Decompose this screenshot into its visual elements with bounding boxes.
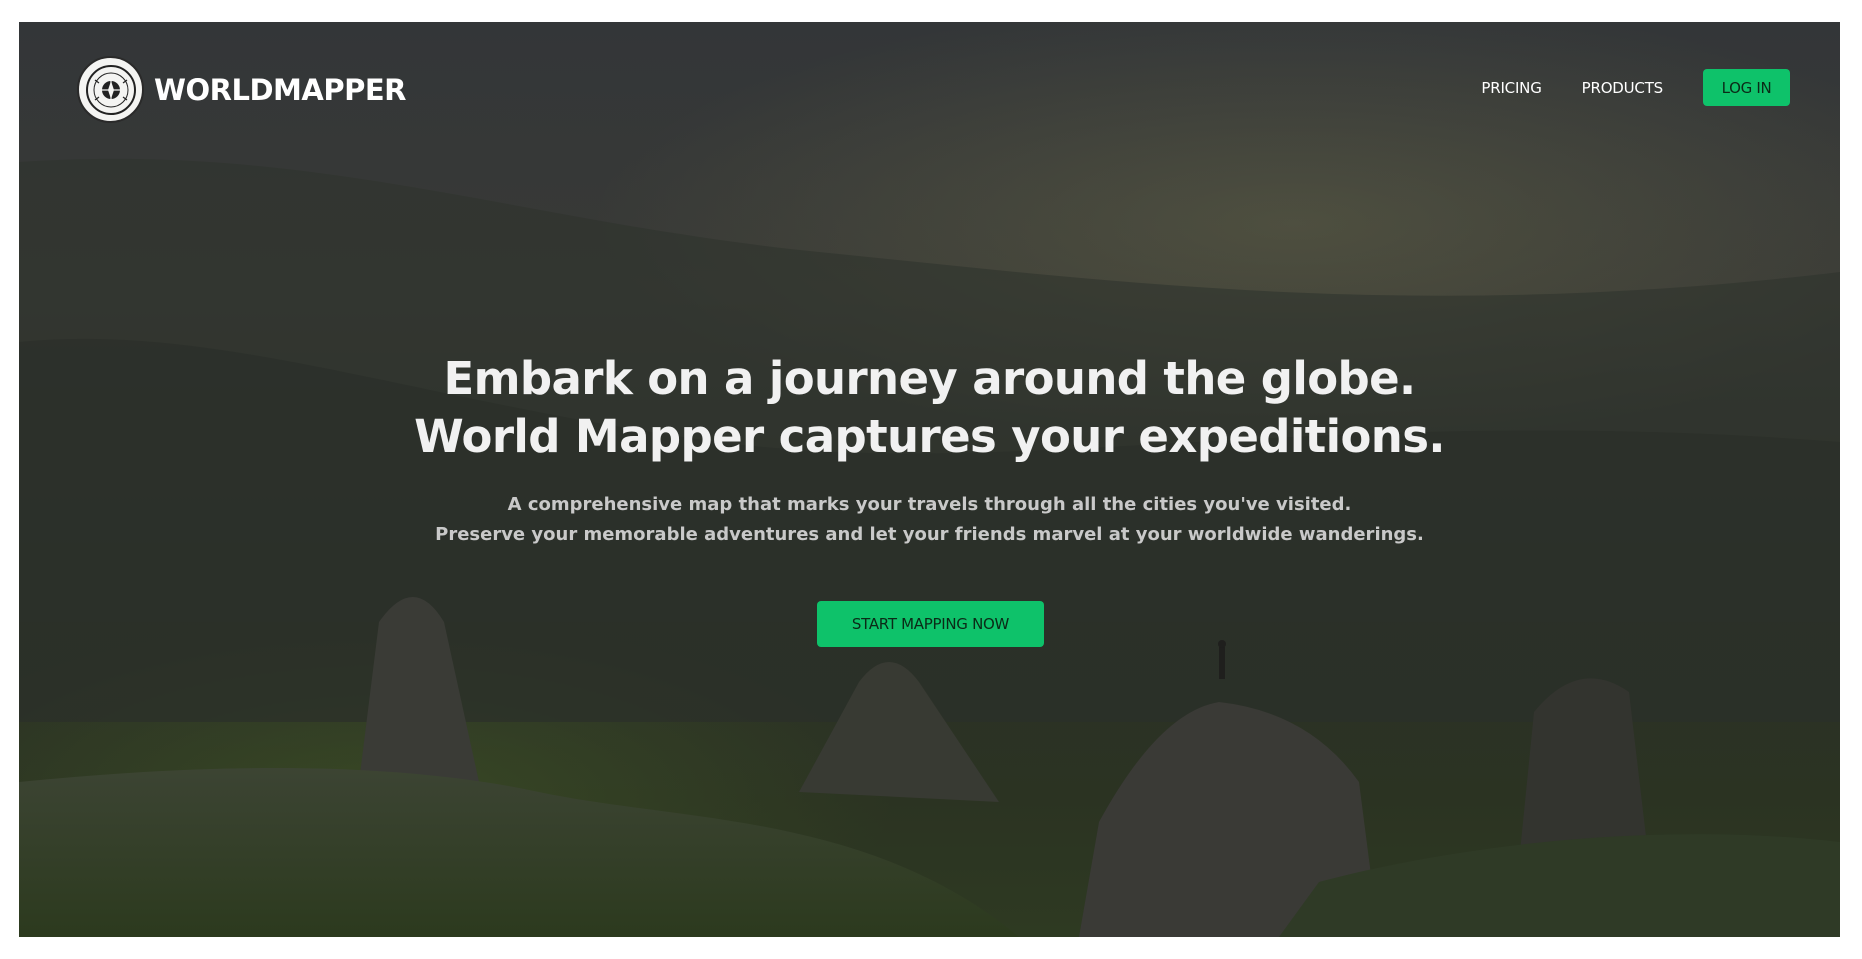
login-button[interactable]: LOG IN <box>1703 69 1790 106</box>
hero-headline-line-2: World Mapper captures your expeditions. <box>414 410 1445 463</box>
hero-section: WORLDMAPPER PRICING PRODUCTS LOG IN Emba… <box>19 22 1840 937</box>
top-nav: PRICING PRODUCTS LOG IN <box>1481 69 1790 106</box>
start-mapping-button[interactable]: START MAPPING NOW <box>817 601 1044 647</box>
mountain-background-image <box>19 158 1840 937</box>
hero-subtext-line-1: A comprehensive map that marks your trav… <box>507 494 1352 515</box>
world-mapper-seal-icon <box>77 56 144 123</box>
hero-headline-line-1: Embark on a journey around the globe. <box>443 352 1416 405</box>
hero-subtext: A comprehensive map that marks your trav… <box>19 490 1840 550</box>
nav-products-link[interactable]: PRODUCTS <box>1582 79 1664 97</box>
brand-logo-link[interactable]: WORLDMAPPER <box>77 56 406 123</box>
brand-name: WORLDMAPPER <box>154 72 406 107</box>
hero-headline: Embark on a journey around the globe. Wo… <box>19 350 1840 466</box>
hero-subtext-line-2: Preserve your memorable adventures and l… <box>435 524 1424 545</box>
nav-pricing-link[interactable]: PRICING <box>1481 79 1541 97</box>
